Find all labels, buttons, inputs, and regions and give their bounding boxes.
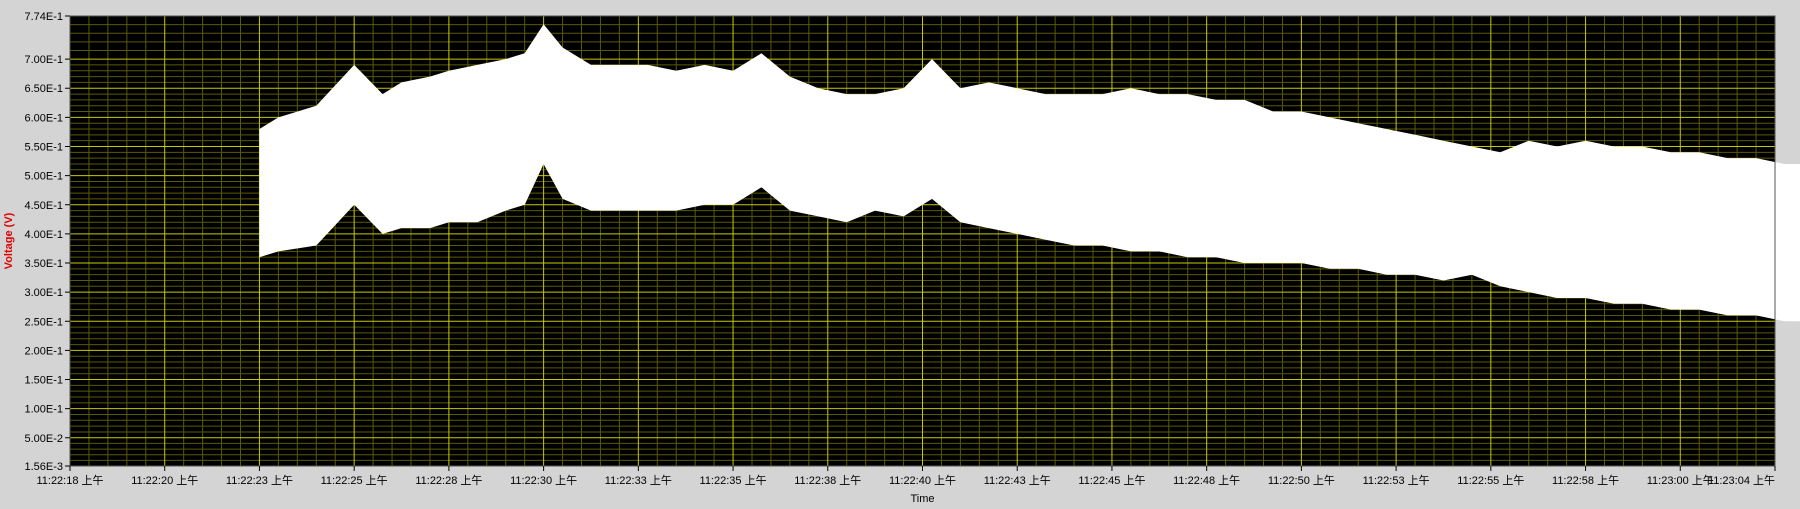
x-axis-title: Time [910,493,934,504]
x-tick-label: 11:22:50 上午 [1268,474,1335,487]
x-tick-label: 11:22:33 上午 [605,474,672,487]
y-tick-label: 1.56E-3 [24,461,63,473]
x-tick-label: 11:22:35 上午 [700,474,767,487]
x-tick-label: 11:23:04 上午 [1708,474,1775,487]
y-tick-label: 5.50E-1 [24,141,63,153]
y-tick-label: 5.00E-2 [24,433,63,445]
x-tick-label: 11:22:58 上午 [1552,474,1619,487]
x-tick-label: 11:23:00 上午 [1647,474,1714,487]
voltage-time-chart: 7.74E-1 7.00E-1 6.50E-1 6.00E-1 5.50E-1 5.00E… [0,0,1800,505]
y-tick-label: 6.50E-1 [24,83,63,95]
y-axis-title: Voltage (V) [3,212,15,269]
y-tick-label: 4.00E-1 [24,229,63,241]
chart-panel: 7.74E-1 7.00E-1 6.50E-1 6.00E-1 5.50E-1 5.00E… [0,0,1800,505]
x-tick-label: 11:22:23 上午 [226,474,293,487]
x-tick-label: 11:22:28 上午 [415,474,482,487]
y-tick-label: 7.00E-1 [24,54,63,66]
y-tick-label: 1.50E-1 [24,375,63,387]
x-tick-label: 11:22:18 上午 [36,474,103,487]
x-tick-label: 11:22:45 上午 [1078,474,1145,487]
y-tick-label: 2.00E-1 [24,345,63,357]
x-tick-label: 11:22:55 上午 [1457,474,1524,487]
x-tick-label: 11:22:25 上午 [321,474,388,487]
y-tick-label: 5.00E-1 [24,171,63,183]
y-tick-label: 2.50E-1 [24,316,63,328]
x-tick-label: 11:22:38 上午 [794,474,861,487]
y-tick-label: 3.00E-1 [24,287,63,299]
y-tick-label: 1.00E-1 [24,404,63,416]
x-tick-label: 11:22:48 上午 [1173,474,1240,487]
y-tick-label: 3.50E-1 [24,258,63,270]
x-tick-label: 11:22:53 上午 [1363,474,1430,487]
y-tick-label: 7.74E-1 [24,11,63,23]
y-tick-label: 6.00E-1 [24,112,63,124]
x-tick-label: 11:22:20 上午 [131,474,198,487]
y-tick-label: 4.50E-1 [24,200,63,212]
x-tick-label: 11:22:43 上午 [984,474,1051,487]
x-tick-label: 11:22:30 上午 [510,474,577,487]
x-tick-label: 11:22:40 上午 [889,474,956,487]
